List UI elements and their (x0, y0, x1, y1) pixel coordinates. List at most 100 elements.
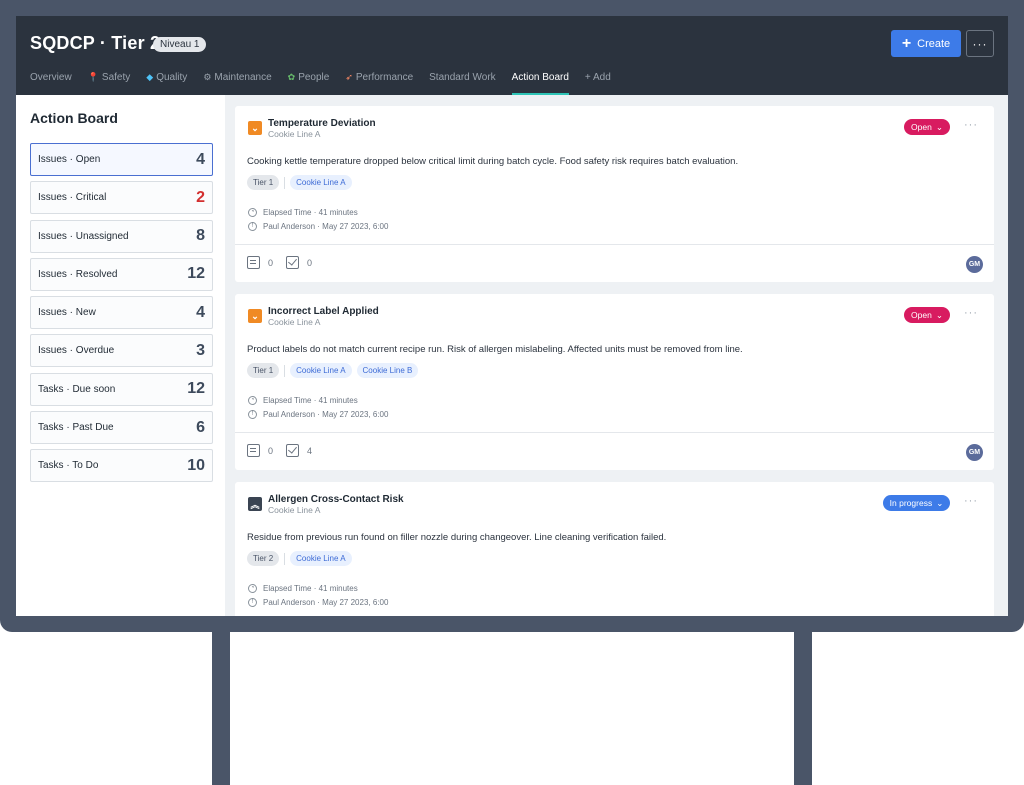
avatar[interactable]: GM (966, 256, 983, 273)
card-more-button[interactable]: ··· (964, 307, 978, 319)
count-badge: 3 (196, 341, 205, 359)
tab-people[interactable]: ✿ People (288, 72, 330, 95)
card-footer: 0 4 GM (235, 432, 994, 470)
tag-divider (284, 553, 286, 565)
sidebar-item-issues-new[interactable]: Issues · New 4 (30, 296, 213, 330)
sidebar-item-issues-resolved[interactable]: Issues · Resolved 12 (30, 257, 213, 291)
issue-description: Residue from previous run found on fille… (247, 532, 667, 543)
sidebar-list: Issues · Open 4 Issues · Critical 2 Issues… (30, 143, 213, 488)
priority-high-icon: ︽ (248, 497, 262, 511)
tab-bar: Overview 📍 Safety ◆ Quality ⚙ Maintenance ✿… (30, 72, 627, 95)
tab-action-board[interactable]: Action Board (511, 72, 570, 95)
reporter: ! Paul Anderson · May 27 2023, 6:00 (248, 598, 388, 607)
info-icon: ! (248, 598, 257, 607)
count-badge: 4 (196, 303, 205, 321)
timer-icon: ◔ (248, 208, 257, 217)
monitor-stand-right (794, 626, 812, 785)
avatar[interactable]: GM (966, 444, 983, 461)
issue-title: Allergen Cross-Contact Risk (268, 494, 404, 505)
line-tag[interactable]: Cookie Line A (290, 363, 352, 378)
sidebar-item-issues-critical[interactable]: Issues · Critical 2 (30, 181, 213, 215)
count-badge: 12 (187, 265, 205, 283)
reporter: ! Paul Anderson · May 27 2023, 6:00 (248, 222, 388, 231)
timer-icon: ◔ (248, 396, 257, 405)
issue-card[interactable]: ︽ Allergen Cross-Contact Risk Cookie Lin… (235, 482, 994, 616)
status-dropdown[interactable]: Open ⌄ (904, 307, 950, 323)
comments-button[interactable]: 0 (247, 256, 273, 269)
tag-divider (284, 177, 286, 189)
status-dropdown[interactable]: In progress ⌄ (883, 495, 950, 511)
tag-divider (284, 365, 286, 377)
tab-overview[interactable]: Overview (30, 72, 72, 95)
elapsed-time: ◔ Elapsed Time · 41 minutes (248, 208, 358, 217)
issue-line: Cookie Line A (268, 317, 321, 327)
chevron-down-icon: ⌄ (936, 497, 944, 508)
card-more-button[interactable]: ··· (964, 119, 978, 131)
count-badge: 6 (196, 418, 205, 436)
comment-icon (247, 444, 260, 457)
count-badge: 2 (196, 188, 205, 206)
issue-card[interactable]: ⌄ Temperature Deviation Cookie Line A Op… (235, 106, 994, 282)
sidebar-item-issues-overdue[interactable]: Issues · Overdue 3 (30, 334, 213, 368)
sidebar-item-tasks-past-due[interactable]: Tasks · Past Due 6 (30, 411, 213, 445)
create-button-label: Create (917, 37, 951, 50)
sidebar-item-issues-open[interactable]: Issues · Open 4 (30, 143, 213, 176)
tag-list: Tier 1 Cookie Line A Cookie Line B (247, 363, 419, 378)
line-tag[interactable]: Cookie Line A (290, 175, 352, 190)
checkbox-icon (286, 444, 299, 457)
line-tag[interactable]: Cookie Line B (356, 363, 419, 378)
sprout-icon: ✿ (287, 72, 296, 82)
count-badge: 4 (196, 150, 205, 168)
status-dropdown[interactable]: Open ⌄ (904, 119, 950, 135)
level-badge: Niveau 1 (153, 37, 207, 52)
rocket-icon: ➶ (345, 72, 353, 82)
plus-icon: + (901, 34, 912, 52)
page-title: SQDCP · Tier 2 (30, 33, 161, 53)
line-tag[interactable]: Cookie Line A (290, 551, 352, 566)
priority-medium-icon: ⌄ (248, 309, 262, 323)
priority-medium-icon: ⌄ (248, 121, 262, 135)
chevron-down-icon: ⌄ (935, 309, 943, 320)
card-more-button[interactable]: ··· (964, 495, 978, 507)
count-badge: 12 (187, 380, 205, 398)
issue-description: Product labels do not match current reci… (247, 344, 743, 355)
diamond-icon: ◆ (146, 72, 154, 82)
count-badge: 8 (196, 227, 205, 245)
tab-standard-work[interactable]: Standard Work (429, 72, 496, 95)
comments-button[interactable]: 0 (247, 444, 273, 457)
action-board-sidebar: Action Board Issues · Open 4 Issues · Cri… (16, 95, 225, 616)
app-screen: SQDCP · Tier 2 Niveau 1 + Create ··· Ove… (16, 16, 1008, 616)
tab-quality[interactable]: ◆ Quality (146, 72, 187, 95)
checkbox-icon (286, 256, 299, 269)
tag-list: Tier 2 Cookie Line A (247, 551, 352, 566)
elapsed-time: ◔ Elapsed Time · 41 minutes (248, 584, 358, 593)
issue-line: Cookie Line A (268, 505, 321, 515)
sidebar-title: Action Board (30, 110, 118, 126)
tasks-button[interactable]: 4 (286, 444, 312, 457)
tab-performance[interactable]: ➶ Performance (345, 72, 413, 95)
more-options-button[interactable]: ··· (966, 30, 994, 57)
tier-tag: Tier 1 (247, 175, 280, 190)
info-icon: ! (248, 222, 257, 231)
issue-card[interactable]: ⌄ Incorrect Label Applied Cookie Line A … (235, 294, 994, 470)
tab-safety[interactable]: 📍 Safety (88, 72, 131, 95)
info-icon: ! (248, 410, 257, 419)
reporter: ! Paul Anderson · May 27 2023, 6:00 (248, 410, 388, 419)
tab-maintenance[interactable]: ⚙ Maintenance (203, 72, 271, 95)
issue-title: Temperature Deviation (268, 118, 376, 129)
gear-icon: ⚙ (203, 72, 212, 82)
tab-add[interactable]: + Add (585, 72, 611, 95)
count-badge: 10 (187, 456, 205, 474)
elapsed-time: ◔ Elapsed Time · 41 minutes (248, 396, 358, 405)
tasks-button[interactable]: 0 (286, 256, 312, 269)
issue-description: Cooking kettle temperature dropped below… (247, 156, 739, 167)
monitor-frame: SQDCP · Tier 2 Niveau 1 + Create ··· Ove… (0, 0, 1024, 632)
create-button[interactable]: + Create (891, 30, 961, 57)
issue-list: ⌄ Temperature Deviation Cookie Line A Op… (235, 95, 1008, 616)
sidebar-item-tasks-due-soon[interactable]: Tasks · Due soon 12 (30, 372, 213, 406)
sidebar-item-issues-unassigned[interactable]: Issues · Unassigned 8 (30, 219, 213, 253)
chevron-down-icon: ⌄ (935, 121, 943, 132)
timer-icon: ◔ (248, 584, 257, 593)
monitor-stand-left (212, 626, 230, 785)
sidebar-item-tasks-to-do[interactable]: Tasks · To Do 10 (30, 449, 213, 483)
